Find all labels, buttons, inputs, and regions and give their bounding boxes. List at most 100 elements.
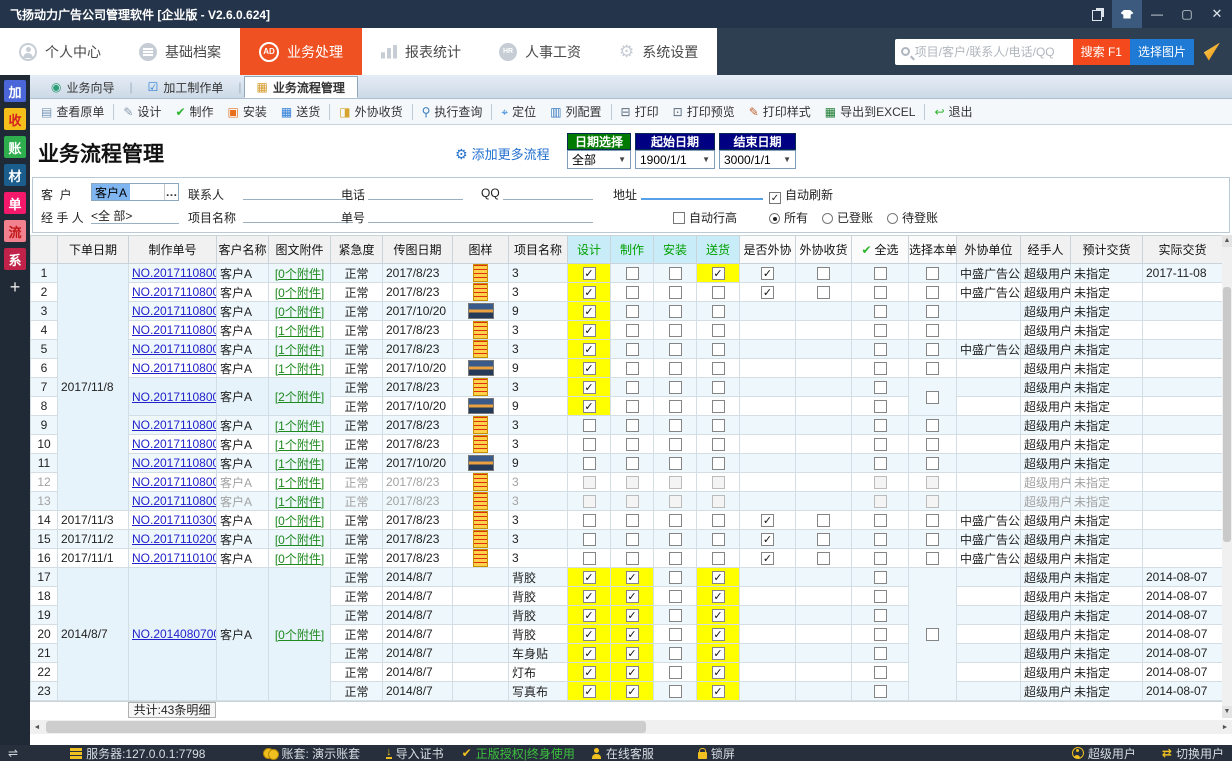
- checkbox-icon[interactable]: [926, 628, 939, 641]
- checkbox-icon[interactable]: ✓: [583, 267, 596, 280]
- checkbox-icon[interactable]: ✓: [583, 628, 596, 641]
- column-header-制作单号[interactable]: 制作单号: [129, 236, 217, 264]
- cert-thumbnail[interactable]: [473, 416, 488, 434]
- cert-thumbnail[interactable]: [473, 549, 488, 567]
- checkbox-icon[interactable]: [874, 647, 887, 660]
- checkbox-icon[interactable]: [874, 571, 887, 584]
- order-no-link[interactable]: NO.201408070001: [132, 627, 217, 641]
- checkbox-icon[interactable]: [712, 343, 725, 356]
- cert-thumbnail[interactable]: [473, 321, 488, 339]
- checkbox-icon[interactable]: ✓: [626, 685, 639, 698]
- column-header-外协单位[interactable]: 外协单位: [957, 236, 1021, 264]
- checkbox-icon[interactable]: [669, 400, 682, 413]
- checkbox-icon[interactable]: [626, 362, 639, 375]
- column-header-选择本单[interactable]: 选择本单: [909, 236, 957, 264]
- toolbar-button-设计[interactable]: ✎设计: [116, 101, 168, 123]
- sidebar-item-流[interactable]: 流: [4, 220, 26, 242]
- photo-thumbnail[interactable]: [468, 455, 494, 471]
- checkbox-icon[interactable]: [669, 419, 682, 432]
- checkbox-icon[interactable]: [926, 457, 939, 470]
- checkbox-icon[interactable]: [712, 400, 725, 413]
- checkbox-icon[interactable]: [669, 381, 682, 394]
- checkbox-icon[interactable]: [712, 305, 725, 318]
- checkbox-icon[interactable]: [874, 628, 887, 641]
- nav-item-人事工资[interactable]: HR人事工资: [480, 28, 600, 75]
- radio-已登账[interactable]: 已登账: [822, 211, 873, 225]
- toolbar-button-打印[interactable]: ⊟打印: [614, 101, 666, 123]
- checkbox-icon[interactable]: [926, 343, 939, 356]
- checkbox-icon[interactable]: [669, 362, 682, 375]
- checkbox-icon[interactable]: [669, 495, 682, 508]
- order-no-link[interactable]: NO.201711080011: [132, 285, 217, 299]
- attachments-link[interactable]: [0个附件]: [275, 305, 324, 319]
- cert-thumbnail[interactable]: [473, 473, 488, 491]
- checkbox-icon[interactable]: [874, 324, 887, 337]
- column-header-下单日期[interactable]: 下单日期: [58, 236, 129, 264]
- column-header-项目名称[interactable]: 项目名称: [509, 236, 568, 264]
- checkbox-icon[interactable]: ✓: [583, 381, 596, 394]
- checkbox-icon[interactable]: ✓: [583, 305, 596, 318]
- attachments-link[interactable]: [0个附件]: [275, 552, 324, 566]
- checkbox-icon[interactable]: [874, 533, 887, 546]
- tab-加工制作单[interactable]: ☑加工制作单: [135, 76, 237, 98]
- checkbox-icon[interactable]: ✓: [761, 533, 774, 546]
- attachments-link[interactable]: [2个附件]: [275, 390, 324, 404]
- column-header-图样[interactable]: 图样: [453, 236, 509, 264]
- attachments-link[interactable]: [1个附件]: [275, 324, 324, 338]
- checkbox-icon[interactable]: ✓: [712, 609, 725, 622]
- checkbox-icon[interactable]: [874, 457, 887, 470]
- checkbox-icon[interactable]: [626, 533, 639, 546]
- pick-image-button[interactable]: 选择图片: [1130, 39, 1194, 65]
- nav-item-基础档案[interactable]: 基础档案: [120, 28, 240, 75]
- sidebar-item-系[interactable]: 系: [4, 248, 26, 270]
- checkbox-icon[interactable]: [712, 476, 725, 489]
- nav-item-个人中心[interactable]: 个人中心: [0, 28, 120, 75]
- cert-thumbnail[interactable]: [473, 378, 488, 396]
- date-filter-select[interactable]: 3000/1/1▼: [719, 150, 796, 169]
- toolbar-button-执行查询[interactable]: ⚲执行查询: [415, 101, 490, 123]
- attachments-link[interactable]: [0个附件]: [275, 533, 324, 547]
- auto-refresh-checkbox[interactable]: ✓自动刷新: [769, 186, 833, 204]
- order-no-link[interactable]: NO.201711080006: [132, 390, 217, 404]
- nav-item-业务处理[interactable]: AD业务处理: [240, 28, 362, 75]
- order-no-link[interactable]: NO.201711080007: [132, 361, 217, 375]
- cert-thumbnail[interactable]: [473, 283, 488, 301]
- checkbox-icon[interactable]: [669, 305, 682, 318]
- checkbox-icon[interactable]: [817, 552, 830, 565]
- attachments-link[interactable]: [1个附件]: [275, 438, 324, 452]
- minimize-button[interactable]: —: [1142, 0, 1172, 28]
- checkbox-icon[interactable]: [669, 552, 682, 565]
- checkbox-icon[interactable]: [712, 514, 725, 527]
- checkbox-icon[interactable]: [926, 324, 939, 337]
- checkbox-icon[interactable]: [874, 343, 887, 356]
- checkbox-icon[interactable]: [626, 457, 639, 470]
- checkbox-icon[interactable]: [874, 362, 887, 375]
- status-超级用户[interactable]: 超级用户: [1072, 745, 1136, 761]
- toolbar-button-外协收货[interactable]: ◨外协收货: [332, 101, 409, 123]
- checkbox-icon[interactable]: [669, 476, 682, 489]
- checkbox-icon[interactable]: [926, 286, 939, 299]
- column-header-设计[interactable]: 设计: [568, 236, 611, 264]
- checkbox-icon[interactable]: [626, 286, 639, 299]
- checkbox-icon[interactable]: [626, 438, 639, 451]
- column-header-紧急度[interactable]: 紧急度: [331, 236, 383, 264]
- status-锁屏[interactable]: 锁屏: [698, 745, 735, 761]
- cert-thumbnail[interactable]: [473, 530, 488, 548]
- scroll-left-icon[interactable]: ◄: [30, 724, 44, 731]
- cert-thumbnail[interactable]: [473, 435, 488, 453]
- checkbox-icon[interactable]: [874, 476, 887, 489]
- scroll-up-icon[interactable]: ▲: [1222, 235, 1232, 247]
- order-no-link[interactable]: NO.201711080004: [132, 437, 217, 451]
- attachments-link[interactable]: [1个附件]: [275, 476, 324, 490]
- checkbox-icon[interactable]: [669, 514, 682, 527]
- checkbox-icon[interactable]: [817, 286, 830, 299]
- checkbox-icon[interactable]: ✓: [712, 685, 725, 698]
- attachments-link[interactable]: [1个附件]: [275, 457, 324, 471]
- toolbar-button-安装[interactable]: ▣安装: [221, 101, 274, 123]
- sidebar-item-收[interactable]: 收: [4, 108, 26, 130]
- checkbox-icon[interactable]: ✓: [583, 400, 596, 413]
- checkbox-icon[interactable]: ✓: [712, 571, 725, 584]
- checkbox-icon[interactable]: ✓: [583, 362, 596, 375]
- checkbox-icon[interactable]: [669, 343, 682, 356]
- sidebar-item-加[interactable]: 加: [4, 80, 26, 102]
